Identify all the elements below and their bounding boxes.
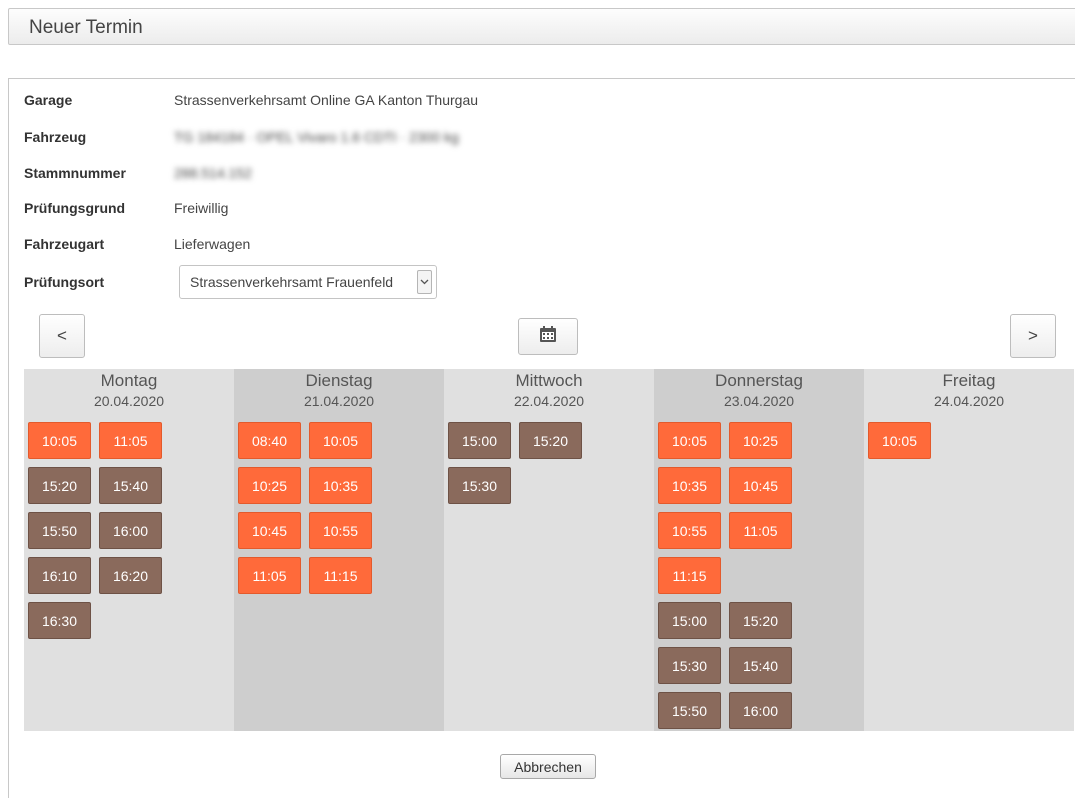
page-title: Neuer Termin — [29, 17, 143, 38]
pruefungsort-select[interactable]: Strassenverkehrsamt Frauenfeld — [179, 265, 437, 299]
time-slot-button[interactable]: 11:05 — [729, 512, 792, 549]
garage-value: Strassenverkehrsamt Online GA Kanton Thu… — [174, 92, 479, 108]
time-slot-button[interactable]: 15:50 — [658, 692, 721, 729]
time-slot-list: 15:00 15:20 15:30 — [448, 422, 608, 504]
day-name: Dienstag — [305, 371, 373, 390]
day-date: 21.04.2020 — [303, 393, 375, 409]
time-slot-button[interactable]: 16:00 — [99, 512, 162, 549]
week-schedule: Montag 20.04.2020 10:05 11:05 15:20 15:40 15:5… — [24, 369, 1075, 731]
time-slot-button[interactable]: 11:05 — [99, 422, 162, 459]
day-name: Freitag — [942, 371, 996, 390]
stammnummer-label: Stammnummer — [24, 165, 126, 181]
time-slot-button[interactable]: 15:40 — [99, 467, 162, 504]
calendar-icon — [539, 325, 557, 348]
time-slot-button[interactable]: 15:20 — [28, 467, 91, 504]
time-slot-button[interactable]: 10:45 — [238, 512, 301, 549]
previous-week-button[interactable]: < — [39, 314, 85, 358]
time-slot-button[interactable]: 10:55 — [309, 512, 372, 549]
fahrzeug-value: TG 184184 · OPEL Vivaro 1.6 CDTI · 2300 … — [174, 129, 459, 145]
day-name: Donnerstag — [715, 371, 803, 390]
day-date: 24.04.2020 — [933, 393, 1005, 409]
chevron-down-icon[interactable] — [417, 270, 432, 294]
time-slot-button[interactable]: 16:00 — [729, 692, 792, 729]
day-name: Montag — [100, 371, 158, 390]
day-column: Dienstag 21.04.2020 08:40 10:05 10:25 10:35 10… — [234, 369, 444, 731]
calendar-button[interactable] — [518, 318, 578, 355]
pruefungsort-label: Prüfungsort — [24, 274, 105, 290]
time-slot-button[interactable]: 10:45 — [729, 467, 792, 504]
time-slot-button[interactable]: 11:15 — [309, 557, 372, 594]
time-slot-button[interactable]: 10:35 — [309, 467, 372, 504]
pruefungsgrund-value: Freiwillig — [174, 200, 229, 216]
garage-label: Garage — [24, 92, 73, 108]
time-slot-button[interactable]: 10:25 — [238, 467, 301, 504]
time-slot-button[interactable]: 10:05 — [868, 422, 931, 459]
time-slot-list: 08:40 10:05 10:25 10:35 10:45 10:55 11:05 11:15 — [238, 422, 398, 594]
time-slot-button[interactable]: 15:30 — [658, 647, 721, 684]
pruefungsort-selected-value: Strassenverkehrsamt Frauenfeld — [190, 274, 394, 290]
day-date: 22.04.2020 — [513, 393, 585, 409]
stammnummer-value: 288.514.152 — [174, 165, 252, 181]
time-slot-button[interactable]: 15:00 — [658, 602, 721, 639]
time-slot-button[interactable]: 15:40 — [729, 647, 792, 684]
time-slot-list: 10:05 10:25 10:35 10:45 10:55 11:05 11:15 15:00… — [658, 422, 818, 729]
time-slot-button[interactable]: 15:00 — [448, 422, 511, 459]
time-slot-button[interactable]: 11:15 — [658, 557, 721, 594]
time-slot-button[interactable]: 10:05 — [658, 422, 721, 459]
cancel-button[interactable]: Abbrechen — [500, 754, 596, 779]
fahrzeugart-label: Fahrzeugart — [24, 236, 105, 252]
time-slot-list: 10:05 — [868, 422, 1028, 459]
day-date: 23.04.2020 — [723, 393, 795, 409]
day-name: Mittwoch — [515, 371, 583, 390]
day-date: 20.04.2020 — [93, 393, 165, 409]
day-column: Mittwoch 22.04.2020 15:00 15:20 15:30 — [444, 369, 654, 731]
time-slot-list: 10:05 11:05 15:20 15:40 15:50 16:00 16:10 16:20… — [28, 422, 188, 639]
time-slot-button[interactable]: 10:55 — [658, 512, 721, 549]
time-slot-button[interactable]: 10:05 — [28, 422, 91, 459]
fahrzeug-label: Fahrzeug — [24, 129, 87, 145]
time-slot-button[interactable]: 16:10 — [28, 557, 91, 594]
day-column: Donnerstag 23.04.2020 10:05 10:25 10:35 10:45… — [654, 369, 864, 731]
time-slot-button[interactable]: 11:05 — [238, 557, 301, 594]
time-slot-button[interactable]: 16:30 — [28, 602, 91, 639]
pruefungsgrund-label: Prüfungsgrund — [24, 200, 126, 216]
day-column: Freitag 24.04.2020 10:05 — [864, 369, 1074, 731]
time-slot-button[interactable]: 16:20 — [99, 557, 162, 594]
time-slot-button[interactable]: 15:20 — [519, 422, 582, 459]
fahrzeugart-value: Lieferwagen — [174, 236, 251, 252]
time-slot-button[interactable]: 10:05 — [309, 422, 372, 459]
next-week-button[interactable]: > — [1010, 314, 1056, 358]
time-slot-button[interactable]: 15:20 — [729, 602, 792, 639]
time-slot-button[interactable]: 10:25 — [729, 422, 792, 459]
time-slot-button[interactable]: 15:30 — [448, 467, 511, 504]
time-slot-button[interactable]: 10:35 — [658, 467, 721, 504]
day-column: Montag 20.04.2020 10:05 11:05 15:20 15:40 15:5… — [24, 369, 234, 731]
time-slot-button[interactable]: 08:40 — [238, 422, 301, 459]
page-header: Neuer Termin — [8, 8, 1075, 45]
time-slot-button[interactable]: 15:50 — [28, 512, 91, 549]
